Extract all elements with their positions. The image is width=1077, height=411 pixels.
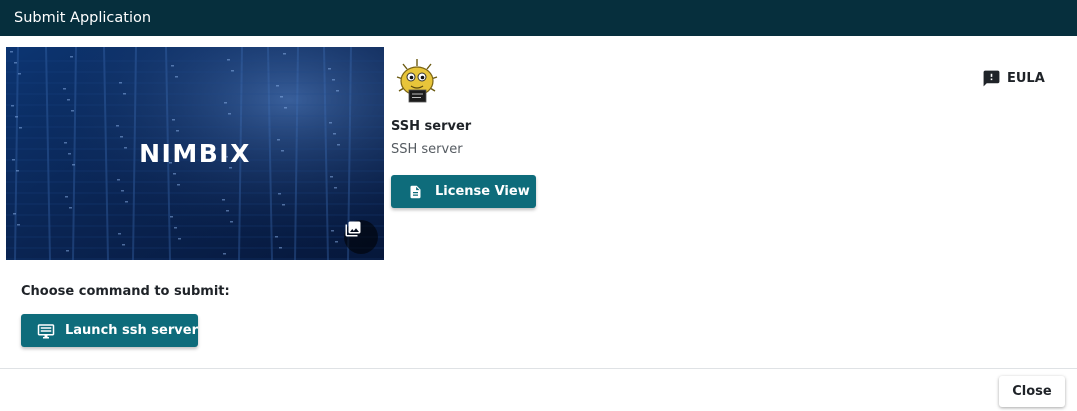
feedback-icon: [983, 70, 1000, 86]
dialog-title: Submit Application: [0, 0, 1077, 36]
eula-label: EULA: [1007, 70, 1045, 86]
license-view-label: License View: [435, 184, 530, 199]
pufferfish-icon: [391, 55, 443, 107]
footer-divider: [0, 368, 1077, 369]
gallery-button[interactable]: [344, 220, 378, 254]
app-hero-image: NIMBIX: [6, 47, 384, 260]
license-view-button[interactable]: License View: [391, 175, 536, 208]
photo-library-icon: [345, 221, 361, 237]
app-name: SSH server: [391, 119, 472, 134]
app-description: SSH server: [391, 142, 463, 157]
launch-ssh-server-button[interactable]: Launch ssh server: [21, 314, 198, 347]
nimbix-logo: NIMBIX: [139, 139, 251, 168]
launch-ssh-server-label: Launch ssh server: [65, 323, 198, 338]
document-icon: [410, 185, 421, 198]
desktop-icon: [37, 323, 55, 338]
close-button[interactable]: Close: [999, 376, 1065, 407]
command-prompt: Choose command to submit:: [21, 284, 230, 299]
eula-button[interactable]: EULA: [982, 68, 1045, 88]
